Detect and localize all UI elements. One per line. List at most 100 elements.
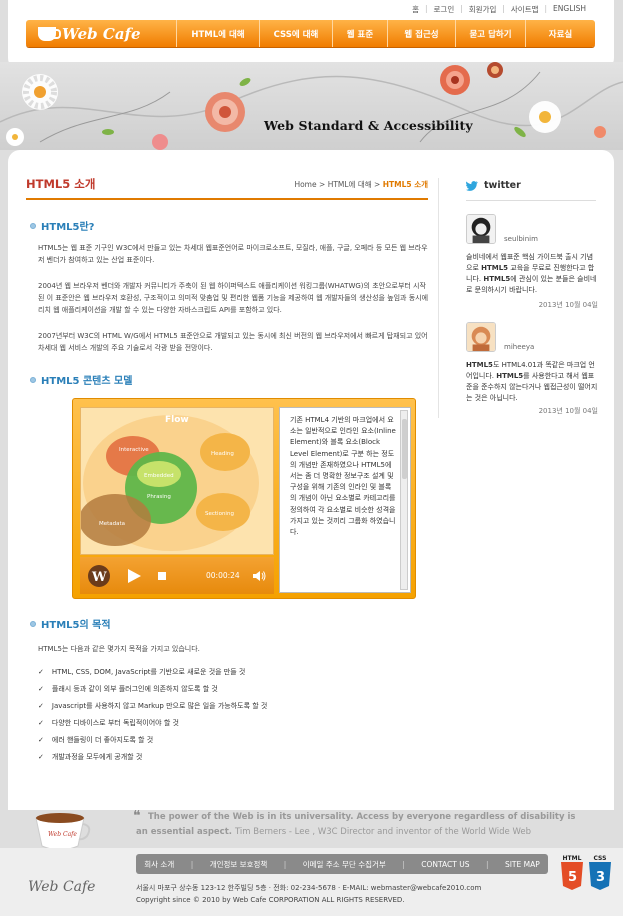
tweet-user[interactable]: miheeya <box>504 343 534 351</box>
menu-qna[interactable]: 묻고 답하기 <box>455 20 525 47</box>
list-item: ✓ 다양한 디바이스로 부터 독립적이어야 할 것 <box>38 717 267 734</box>
footer-logo[interactable]: Web Cafe <box>28 879 95 895</box>
footer-link-sitemap[interactable]: SITE MAP <box>505 860 540 869</box>
logo-text: Web Cafe <box>62 24 141 43</box>
diagram-sectioning-label: Sectioning <box>205 511 234 517</box>
play-icon[interactable] <box>126 568 142 584</box>
util-link-english[interactable]: ENGLISH <box>547 4 592 15</box>
util-link-login[interactable]: 로그인 <box>428 4 461 15</box>
floral-decoration <box>0 62 623 150</box>
check-icon: ✓ <box>38 685 44 693</box>
page-title: HTML5 소개 <box>26 177 96 191</box>
video-screen[interactable]: Flow Interactive Embedded Phrasing Headi… <box>79 407 274 555</box>
visual-banner <box>0 62 623 150</box>
description-scrollbar[interactable] <box>400 410 408 590</box>
player-controls: W 00:00:24 <box>80 557 274 594</box>
menu-archive[interactable]: 자료실 <box>525 20 595 47</box>
list-item: ✓ 개발과정을 모두에게 공개할 것 <box>38 751 267 768</box>
breadcrumb-separator: > <box>374 180 381 189</box>
diagram-interactive-label: Interactive <box>119 447 149 453</box>
player-description-text: 기존 HTML4 기반의 마크업에서 요소는 일반적으로 인라인 요소(Inli… <box>290 416 396 537</box>
twitter-header: twitter <box>466 180 521 191</box>
util-link-sitemap[interactable]: 사이트맵 <box>505 4 545 15</box>
content-model-diagram: Flow Interactive Embedded Phrasing Headi… <box>79 415 259 551</box>
breadcrumb-separator: > <box>319 180 326 189</box>
tweet-body: HTML5도 HTML4.01과 똑같은 마크업 언어입니다. HTML5를 사… <box>466 361 598 402</box>
list-item: ✓ 에러 핸들링이 더 좋아지도록 할 것 <box>38 734 267 751</box>
section-title: HTML5의 목적 <box>41 620 111 631</box>
menu-css[interactable]: CSS에 대해 <box>259 20 332 47</box>
list-item: ✓ Javascript를 사용하지 않고 Markup 만으로 많은 일을 가능… <box>38 700 267 717</box>
twitter-title: twitter <box>484 180 521 191</box>
menu-web-standard[interactable]: 웹 표준 <box>332 20 387 47</box>
check-icon: ✓ <box>38 719 44 727</box>
goals-intro: HTML5는 다음과 같은 몇가지 목적을 가지고 있습니다. <box>38 645 200 653</box>
footer-quote: The power of the Web is in its universal… <box>136 812 576 837</box>
section-what-is-html5: HTML5란? <box>30 218 94 233</box>
address-text: 서울시 마포구 상수동 123-12 한주빌딩 5층 · 전화: 02-234-… <box>136 884 482 892</box>
breadcrumb-parent[interactable]: HTML에 대해 <box>328 180 372 189</box>
goals-list: ✓ HTML, CSS, DOM, JavaScript를 기반으로 새로운 것을… <box>38 666 267 768</box>
footer-link-privacy[interactable]: 개인정보 보호정책 <box>210 859 268 870</box>
css3-badge: CSS 3 <box>588 855 612 892</box>
footer-link-email-policy[interactable]: 이메일 주소 무단 수집거부 <box>303 859 386 870</box>
tweet-body: 슬비네에서 웹표준 핵심 가이드북 출시 기념으로 HTML5 교육을 무료로 … <box>466 253 597 294</box>
svg-text:W: W <box>91 570 107 585</box>
section-title: HTML5란? <box>41 222 95 233</box>
paragraph: HTML5는 웹 표준 기구인 W3C에서 만들고 있는 차세대 웹표준언어로 … <box>38 244 428 264</box>
copyright-text: Copyright since © 2010 by Web Cafe CORPO… <box>136 896 405 904</box>
diagram-embedded-label: Embedded <box>144 473 174 479</box>
list-item: ✓ 플래시 등과 같이 외부 플러그인에 의존하지 않도록 할 것 <box>38 683 267 700</box>
html5-shield-icon: 5 <box>561 862 583 890</box>
bullet-dot-icon <box>30 222 36 229</box>
scrollbar-thumb[interactable] <box>402 419 407 479</box>
list-item: ✓ HTML, CSS, DOM, JavaScript를 기반으로 새로운 것을… <box>38 666 267 683</box>
footer-link-about[interactable]: 회사 소개 <box>144 859 174 870</box>
section-title: HTML5 콘텐츠 모델 <box>41 376 133 387</box>
paragraph: 2004년 웹 브라우저 벤더와 개발자 커뮤니티가 주축이 된 웹 하이퍼텍스… <box>38 282 429 314</box>
bullet-dot-icon <box>30 376 36 383</box>
util-link-home[interactable]: 홈 <box>406 4 425 15</box>
stop-icon[interactable] <box>156 570 168 582</box>
cup-label: Web Cafe <box>48 831 77 838</box>
volume-icon[interactable] <box>252 570 266 582</box>
menu-html[interactable]: HTML에 대해 <box>176 20 259 47</box>
quote-author: Tim Berners - Lee , W3C Director and inv… <box>234 827 531 837</box>
avatar[interactable] <box>466 214 496 244</box>
svg-text:3: 3 <box>596 870 605 885</box>
player-time: 00:00:24 <box>206 571 240 580</box>
tweet-user[interactable]: seulbinim <box>504 235 538 243</box>
global-nav: Web Cafe HTML에 대해 CSS에 대해 웹 표준 웹 접근성 묻고 … <box>26 20 595 47</box>
breadcrumb-current: HTML5 소개 <box>382 180 428 189</box>
tweet-date: 2013년 10월 04일 <box>538 407 598 415</box>
twitter-divider <box>466 200 596 201</box>
diagram-metadata-label: Metadata <box>99 521 125 527</box>
section-html5-goals: HTML5의 목적 <box>30 616 111 631</box>
bullet-dot-icon <box>30 620 36 627</box>
breadcrumb: Home > HTML에 대해 > HTML5 소개 <box>294 179 428 190</box>
avatar[interactable] <box>466 322 496 352</box>
sidebar-divider <box>438 178 439 418</box>
tweet-date: 2013년 10월 04일 <box>538 301 598 309</box>
menu-accessibility[interactable]: 웹 접근성 <box>387 20 455 47</box>
main-menu: HTML에 대해 CSS에 대해 웹 표준 웹 접근성 묻고 답하기 자료실 <box>176 20 595 47</box>
standards-badges: HTML 5 CSS 3 <box>560 855 612 892</box>
diagram-flow-label: Flow <box>165 415 189 425</box>
title-divider <box>26 198 428 200</box>
paragraph: 2007년부터 W3C의 HTML W/G에서 HTML5 표준안으로 개발되고… <box>38 332 428 352</box>
player-description: 기존 HTML4 기반의 마크업에서 요소는 일반적으로 인라인 요소(Inli… <box>279 407 411 593</box>
diagram-heading-label: Heading <box>211 451 234 457</box>
utility-links: 홈 | 로그인 | 회원가입 | 사이트맵 | ENGLISH <box>406 4 592 15</box>
diagram-phrasing-label: Phrasing <box>147 494 171 500</box>
footer-nav: 회사 소개 | 개인정보 보호정책 | 이메일 주소 무단 수집거부 | CONTAC… <box>136 854 548 874</box>
breadcrumb-home[interactable]: Home <box>294 180 316 189</box>
main-card: HTML5 소개 Home > HTML에 대해 > HTML5 소개 HTML… <box>8 150 614 810</box>
player-logo-icon: W <box>88 564 110 587</box>
site-logo[interactable]: Web Cafe <box>26 20 176 47</box>
html5-badge: HTML 5 <box>560 855 584 892</box>
video-player: Flow Interactive Embedded Phrasing Headi… <box>72 398 416 599</box>
section-content-model: HTML5 콘텐츠 모델 <box>30 372 132 387</box>
footer-link-contact[interactable]: CONTACT US <box>421 860 469 869</box>
util-link-signup[interactable]: 회원가입 <box>463 4 503 15</box>
visual-title: Web Standard & Accessibility <box>264 118 473 133</box>
